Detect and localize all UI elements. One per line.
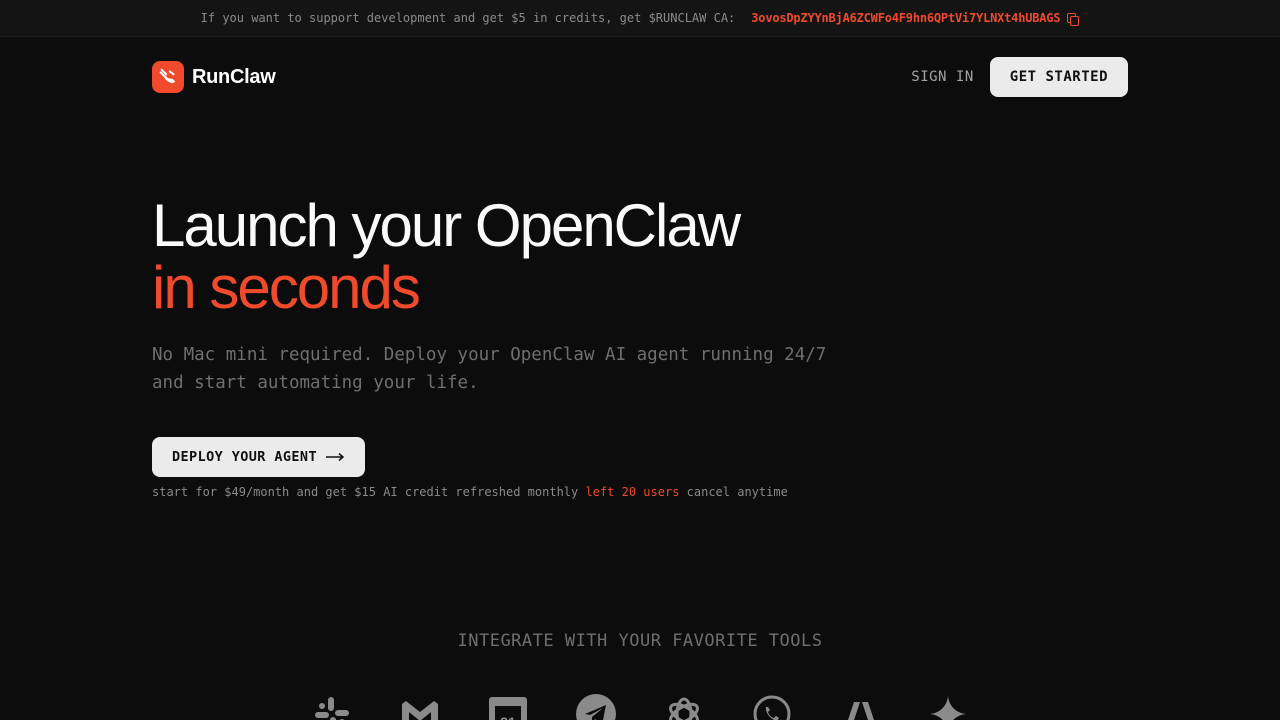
hero-title: Launch your OpenClaw in seconds	[152, 195, 852, 319]
slack-icon	[315, 697, 349, 720]
calendar-day: 31	[500, 714, 516, 720]
openai-icon	[669, 697, 699, 720]
integrations-row: 31	[312, 694, 968, 720]
hero-title-accent: in seconds	[152, 254, 421, 321]
claw-logo-icon	[152, 61, 184, 93]
deploy-agent-label: DEPLOY YOUR AGENT	[172, 449, 317, 465]
gemini-icon	[930, 696, 966, 720]
hero-subtitle: No Mac mini required. Deploy your OpenCl…	[152, 345, 827, 393]
nav-actions: SIGN IN GET STARTED	[911, 57, 1128, 97]
sign-in-link[interactable]: SIGN IN	[911, 69, 974, 85]
banner-text: If you want to support development and g…	[200, 11, 736, 25]
pricing-note: start for $49/month and get $15 AI credi…	[152, 485, 788, 499]
integrations-heading: INTEGRATE WITH YOUR FAVORITE TOOLS	[457, 631, 823, 651]
get-started-button[interactable]: GET STARTED	[989, 57, 1128, 97]
arrow-right-icon	[325, 452, 345, 462]
gmail-icon	[402, 701, 438, 720]
brand-name: RunClaw	[192, 65, 276, 88]
deploy-agent-button[interactable]: DEPLOY YOUR AGENT	[152, 437, 365, 477]
cancel-text: cancel anytime	[686, 485, 788, 499]
hero-section: Launch your OpenClaw in seconds	[152, 195, 852, 319]
top-nav: RunClaw SIGN IN GET STARTED	[152, 57, 1128, 97]
copy-icon[interactable]	[1066, 12, 1080, 26]
announcement-banner: If you want to support development and g…	[0, 0, 1280, 37]
whatsapp-icon	[753, 695, 791, 720]
anthropic-icon	[848, 702, 874, 720]
brand-link[interactable]: RunClaw	[152, 61, 276, 93]
users-left-badge: left 20 users	[585, 485, 680, 499]
hero-title-line1: Launch your OpenClaw	[152, 192, 741, 259]
google-calendar-icon: 31	[489, 697, 527, 720]
contract-address[interactable]: 3ovosDpZYYnBjA6ZCWFo4F9hn6QPtVi7YLNXt4hU…	[751, 11, 1060, 25]
pricing-text: start for $49/month and get $15 AI credi…	[152, 485, 579, 499]
telegram-icon	[576, 694, 616, 720]
